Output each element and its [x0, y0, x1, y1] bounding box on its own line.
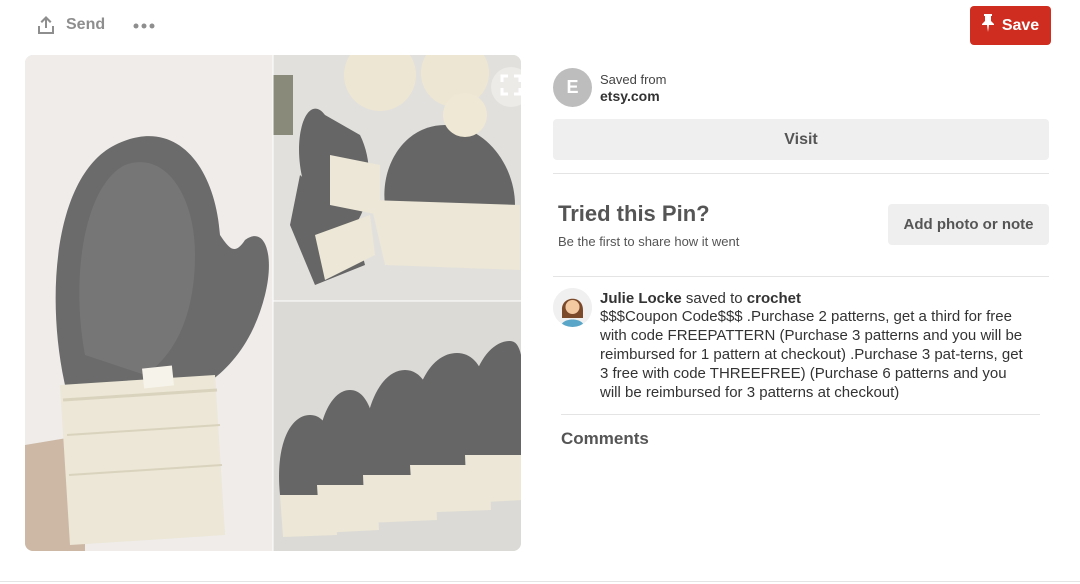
board-link[interactable]: crochet — [747, 290, 801, 307]
user-name-link[interactable]: Julie Locke — [600, 290, 682, 307]
save-button[interactable]: Save — [970, 6, 1051, 45]
source-domain[interactable]: etsy.com — [600, 88, 666, 104]
pushpin-icon — [981, 14, 994, 37]
comments-heading[interactable]: Comments — [561, 429, 649, 449]
pin-toolbar: Send Save — [0, 0, 1080, 50]
share-upload-icon — [36, 15, 56, 35]
pin-image[interactable] — [25, 55, 521, 551]
visit-button[interactable]: Visit — [553, 119, 1049, 160]
source-text: Saved from etsy.com — [600, 72, 666, 104]
expand-icon — [500, 74, 521, 101]
divider — [561, 414, 1040, 415]
add-photo-note-button[interactable]: Add photo or note — [888, 204, 1049, 245]
user-avatar-illustration — [553, 288, 592, 327]
source-avatar: E — [553, 68, 592, 107]
avatar[interactable] — [553, 288, 592, 327]
more-options-button[interactable] — [130, 14, 158, 36]
divider — [553, 276, 1049, 277]
activity-line: Julie Locke saved to crochet — [600, 290, 801, 307]
saved-from-label: Saved from — [600, 71, 667, 87]
save-label: Save — [1001, 16, 1040, 34]
pin-photo — [25, 55, 521, 551]
bottom-divider — [0, 581, 1080, 582]
divider — [553, 173, 1049, 174]
tried-pin-subtitle: Be the first to share how it went — [558, 234, 740, 249]
send-label: Send — [66, 16, 106, 33]
activity-action: saved to — [685, 290, 743, 307]
ellipsis-icon — [133, 16, 155, 34]
pin-source[interactable]: E Saved from etsy.com — [553, 68, 666, 107]
send-button[interactable]: Send — [36, 13, 105, 37]
pin-description: $$$Coupon Code$$$ .Purchase 2 patterns, … — [600, 308, 1023, 401]
tried-pin-title: Tried this Pin? — [558, 201, 710, 226]
